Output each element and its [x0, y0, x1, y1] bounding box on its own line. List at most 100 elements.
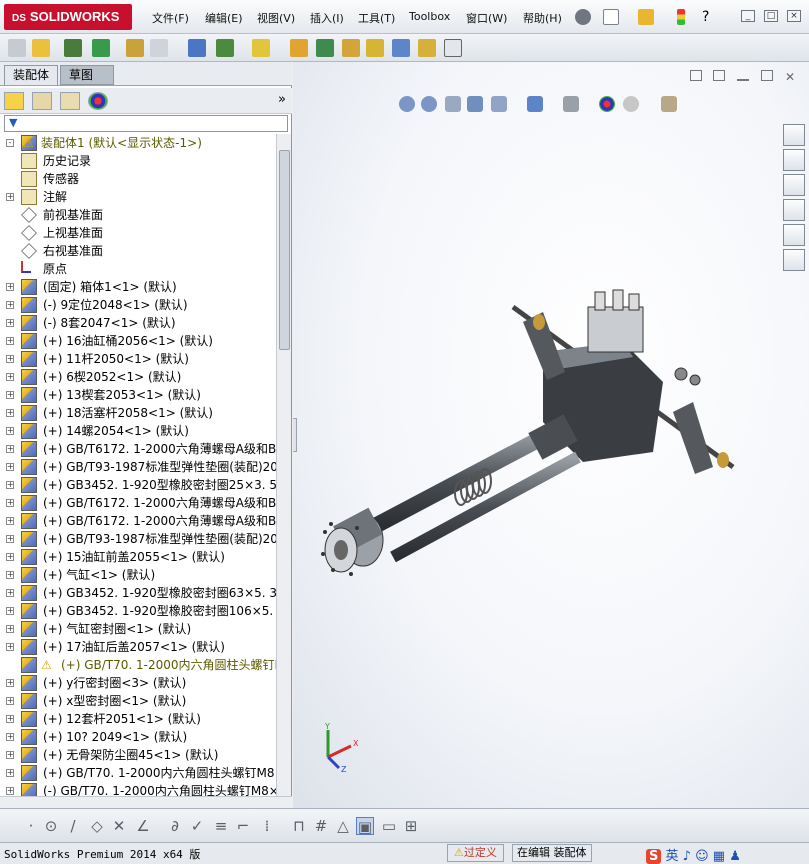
- appearances-scenes-icon[interactable]: [783, 224, 805, 246]
- tree-item[interactable]: + (+) GB/T93-1987标准型弹性垫圈(装配)20:: [0, 530, 276, 548]
- expand-toggle-icon[interactable]: +: [6, 463, 14, 471]
- expand-toggle-icon[interactable]: +: [6, 517, 14, 525]
- expand-toggle-icon[interactable]: +: [6, 427, 14, 435]
- point-icon[interactable]: ·: [22, 817, 40, 835]
- expand-toggle-icon[interactable]: +: [6, 283, 14, 291]
- design-library-icon[interactable]: [783, 149, 805, 171]
- tree-item[interactable]: + (+) GB3452. 1-920型橡胶密封圈106×5. 3<: [0, 602, 276, 620]
- tree-item[interactable]: + (+) GB/T70. 1-2000内六角圆柱头螺钉M8×: [0, 764, 276, 782]
- tree-scrollbar[interactable]: [276, 134, 291, 796]
- tree-item[interactable]: 传感器: [0, 170, 276, 188]
- scrollbar-thumb[interactable]: [279, 150, 290, 350]
- polygon-icon[interactable]: ◇: [88, 817, 106, 835]
- expand-toggle-icon[interactable]: +: [6, 409, 14, 417]
- trim-icon[interactable]: ✕: [110, 817, 128, 835]
- tree-item[interactable]: ⚠ (+) GB/T70. 1-2000内六角圆柱头螺钉M: [0, 656, 276, 674]
- tab-sketch[interactable]: 草图: [60, 65, 114, 85]
- expand-toggle-icon[interactable]: +: [6, 697, 14, 705]
- tree-item[interactable]: + (+) 无骨架防尘圈45<1> (默认): [0, 746, 276, 764]
- graphics-area[interactable]: ✕ Y X Z: [293, 62, 809, 808]
- tree-filter-input[interactable]: ▼: [4, 115, 288, 132]
- expand-toggle-icon[interactable]: +: [6, 193, 14, 201]
- tree-item[interactable]: + (+) GB3452. 1-920型橡胶密封圈63×5. 3<1: [0, 584, 276, 602]
- custom-properties-icon[interactable]: [783, 249, 805, 271]
- new-document-icon[interactable]: [603, 9, 619, 25]
- move-component-icon[interactable]: [150, 39, 168, 57]
- expand-toggle-icon[interactable]: +: [6, 589, 14, 597]
- expand-toggle-icon[interactable]: +: [6, 751, 14, 759]
- tree-item[interactable]: + (-) 8套2047<1> (默认): [0, 314, 276, 332]
- expand-toggle-icon[interactable]: +: [6, 733, 14, 741]
- hide-show-items-icon[interactable]: [563, 96, 579, 112]
- help-icon[interactable]: ?: [702, 9, 718, 25]
- doc-close-icon[interactable]: ✕: [785, 70, 795, 84]
- tree-item[interactable]: + (-) 9定位2048<1> (默认): [0, 296, 276, 314]
- close-button[interactable]: ×: [787, 10, 801, 22]
- solidworks-logo[interactable]: DS SOLIDWORKS: [4, 4, 132, 30]
- assembly-model-illustration[interactable]: [303, 282, 763, 602]
- grid-icon[interactable]: #: [312, 817, 330, 835]
- tree-item[interactable]: + (+) 10? 2049<1> (默认): [0, 728, 276, 746]
- rebuild-icon[interactable]: [677, 9, 685, 25]
- new-motion-study-icon[interactable]: [290, 39, 308, 57]
- tree-item[interactable]: + (+) 16油缸桶2056<1> (默认): [0, 332, 276, 350]
- mate-icon[interactable]: [64, 39, 82, 57]
- angle-icon[interactable]: ∠: [134, 817, 152, 835]
- expand-toggle-icon[interactable]: +: [6, 571, 14, 579]
- expand-toggle-icon[interactable]: +: [6, 607, 14, 615]
- over-defined-status[interactable]: ⚠过定义: [447, 844, 504, 862]
- ime-indicator[interactable]: S 英 ♪ ☺ ▦ ♟: [646, 845, 741, 864]
- tree-item[interactable]: + (+) 18活塞杆2058<1> (默认): [0, 404, 276, 422]
- panel-splitter-handle[interactable]: [293, 418, 297, 452]
- linear-pattern-icon[interactable]: [92, 39, 110, 57]
- tree-horizontal-scrollbar[interactable]: [0, 796, 292, 808]
- section-view-icon[interactable]: [467, 96, 483, 112]
- clearance-verification-icon[interactable]: [418, 39, 436, 57]
- expand-toggle-icon[interactable]: +: [6, 445, 14, 453]
- insert-component-icon[interactable]: [32, 39, 50, 57]
- tree-item[interactable]: 上视基准面: [0, 224, 276, 242]
- feature-manager-icon[interactable]: [4, 92, 24, 110]
- tree-item[interactable]: + (+) 6楔2052<1> (默认): [0, 368, 276, 386]
- view-settings-icon[interactable]: [661, 96, 677, 112]
- tree-item[interactable]: 历史记录: [0, 152, 276, 170]
- expand-toggle-icon[interactable]: +: [6, 679, 14, 687]
- tree-item[interactable]: 前视基准面: [0, 206, 276, 224]
- view-palette-icon[interactable]: [783, 199, 805, 221]
- tree-item[interactable]: + (+) GB3452. 1-920型橡胶密封圈25×3. 55<: [0, 476, 276, 494]
- explode-line-sketch-icon[interactable]: [366, 39, 384, 57]
- restore-button[interactable]: □: [764, 10, 778, 22]
- smart-fasteners-icon[interactable]: [126, 39, 144, 57]
- ruler-icon[interactable]: ⊓: [290, 817, 308, 835]
- expand-toggle-icon[interactable]: +: [6, 787, 14, 795]
- tree-item[interactable]: - ⚠ 装配体1 (默认<显示状态-1>): [0, 134, 276, 152]
- reference-geometry-icon[interactable]: [252, 39, 270, 57]
- tree-item[interactable]: + (+) 14螺2054<1> (默认): [0, 422, 276, 440]
- tree-item[interactable]: + (+) 气缸<1> (默认): [0, 566, 276, 584]
- expand-toggle-icon[interactable]: +: [6, 391, 14, 399]
- expand-toggle-icon[interactable]: +: [6, 625, 14, 633]
- tree-item[interactable]: + (+) 13楔套2053<1> (默认): [0, 386, 276, 404]
- expand-toggle-icon[interactable]: +: [6, 337, 14, 345]
- zoom-to-area-icon[interactable]: [421, 96, 437, 112]
- expand-toggle-icon[interactable]: +: [6, 715, 14, 723]
- triangle-icon[interactable]: △: [334, 817, 352, 835]
- tree-item[interactable]: + (+) 11杆2050<1> (默认): [0, 350, 276, 368]
- single-view-icon[interactable]: ▭: [380, 817, 398, 835]
- cascade-icon[interactable]: [713, 70, 726, 81]
- link-icon[interactable]: ∂: [166, 817, 184, 835]
- zoom-to-fit-icon[interactable]: [399, 96, 415, 112]
- doc-maximize-icon[interactable]: [761, 70, 774, 81]
- menu-edit[interactable]: 编辑(E): [205, 10, 243, 26]
- menu-insert[interactable]: 插入(I): [310, 10, 344, 26]
- expand-toggle-icon[interactable]: +: [6, 499, 14, 507]
- menu-file[interactable]: 文件(F): [152, 10, 189, 26]
- minimize-button[interactable]: _: [741, 10, 755, 22]
- menu-view[interactable]: 视图(V): [257, 10, 295, 26]
- tree-item[interactable]: + (+) 15油缸前盖2055<1> (默认): [0, 548, 276, 566]
- tree-item[interactable]: + (固定) 箱体1<1> (默认): [0, 278, 276, 296]
- expand-arrows-icon[interactable]: »: [278, 92, 286, 107]
- configuration-manager-icon[interactable]: [60, 92, 80, 110]
- view-orientation-icon[interactable]: [491, 96, 507, 112]
- tree-item[interactable]: 右视基准面: [0, 242, 276, 260]
